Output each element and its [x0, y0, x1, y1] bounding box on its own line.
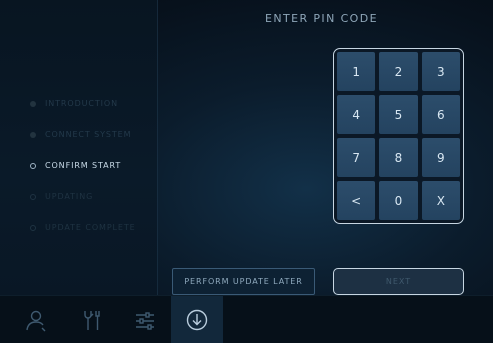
page-title: ENTER PIN CODE: [265, 12, 378, 25]
next-button[interactable]: NEXT: [333, 268, 464, 295]
update-screen: ENTER PIN CODE INTRODUCTION CONNECT SYST…: [0, 0, 493, 343]
download-icon: [185, 308, 209, 332]
key-1[interactable]: 1: [337, 52, 376, 91]
nav-tab-tools[interactable]: [67, 296, 119, 343]
step-updating: UPDATING: [30, 181, 136, 212]
step-status-dot: [30, 100, 36, 107]
key-4[interactable]: 4: [337, 95, 376, 134]
step-label: CONFIRM START: [45, 161, 122, 170]
key-3[interactable]: 3: [421, 52, 460, 91]
key-6[interactable]: 6: [421, 95, 460, 134]
step-label: INTRODUCTION: [45, 99, 119, 108]
key-backspace[interactable]: <: [337, 181, 376, 220]
update-steps: INTRODUCTION CONNECT SYSTEM CONFIRM STAR…: [30, 88, 136, 243]
tools-icon: [79, 307, 107, 333]
step-label: CONNECT SYSTEM: [45, 130, 132, 139]
step-status-dot: [30, 162, 36, 169]
key-9[interactable]: 9: [421, 138, 460, 177]
pin-keypad: 1 2 3 4 5 6 7 8 9 < 0 X: [333, 48, 464, 224]
step-status-dot: [30, 131, 36, 138]
step-label: UPDATE COMPLETE: [45, 223, 136, 232]
key-8[interactable]: 8: [379, 138, 418, 177]
nav-tab-user[interactable]: [11, 296, 63, 343]
key-7[interactable]: 7: [337, 138, 376, 177]
step-status-dot: [30, 224, 36, 231]
perform-update-later-button[interactable]: PERFORM UPDATE LATER: [172, 268, 315, 295]
sliders-icon: [132, 307, 158, 333]
step-confirm-start: CONFIRM START: [30, 150, 136, 181]
key-5[interactable]: 5: [379, 95, 418, 134]
bottom-nav-bar: [0, 295, 493, 343]
key-2[interactable]: 2: [379, 52, 418, 91]
step-connect-system: CONNECT SYSTEM: [30, 119, 136, 150]
nav-tab-settings[interactable]: [119, 296, 171, 343]
step-status-dot: [30, 193, 36, 200]
person-icon: [24, 307, 50, 333]
nav-tab-software-update[interactable]: [171, 296, 223, 343]
step-label: UPDATING: [45, 192, 94, 201]
step-update-complete: UPDATE COMPLETE: [30, 212, 136, 243]
step-introduction: INTRODUCTION: [30, 88, 136, 119]
key-0[interactable]: 0: [379, 181, 418, 220]
key-clear[interactable]: X: [421, 181, 460, 220]
